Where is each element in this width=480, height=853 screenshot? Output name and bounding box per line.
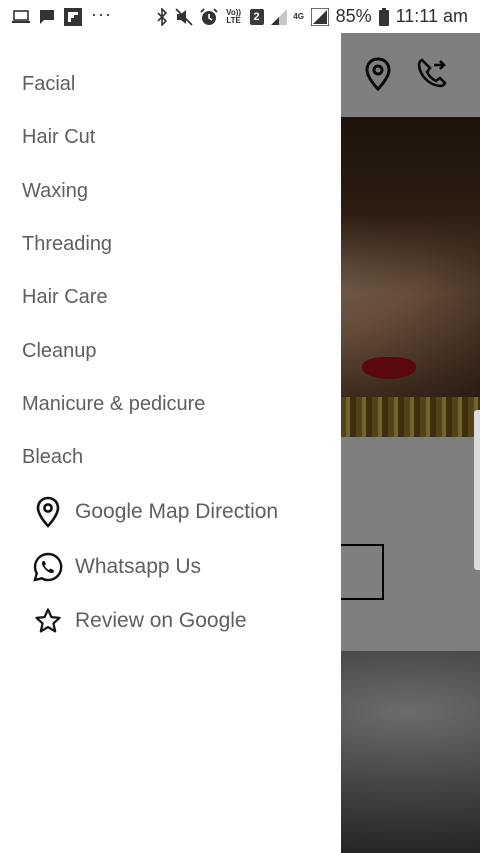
mute-icon xyxy=(174,7,193,26)
signal-weak-icon xyxy=(270,8,287,25)
status-system: Vo)) LTE 2 4G 85% 11:11 am xyxy=(156,6,468,27)
status-notifications: ··· xyxy=(12,3,112,26)
clock-time: 11:11 am xyxy=(395,6,468,26)
signal-full-icon xyxy=(310,7,329,26)
whatsapp-us-item[interactable]: Whatsapp Us xyxy=(0,540,341,595)
battery-icon xyxy=(378,7,389,26)
star-outline-icon xyxy=(32,605,64,637)
google-map-direction-item[interactable]: Google Map Direction xyxy=(0,485,341,540)
menu-item-bleach[interactable]: Bleach xyxy=(0,431,341,484)
whatsapp-icon xyxy=(32,551,64,583)
menu-item-hair-care[interactable]: Hair Care xyxy=(0,271,341,324)
menu-item-threading[interactable]: Threading xyxy=(0,218,341,271)
menu-item-hair-cut[interactable]: Hair Cut xyxy=(0,111,341,164)
map-pin-icon xyxy=(32,496,64,529)
review-on-google-item[interactable]: Review on Google xyxy=(0,594,341,649)
navigation-drawer: Facial Hair Cut Waxing Threading Hair Ca… xyxy=(0,33,341,853)
review-on-google-label: Review on Google xyxy=(75,609,247,633)
services-menu: Facial Hair Cut Waxing Threading Hair Ca… xyxy=(0,58,341,484)
status-bar: ··· Vo)) LTE 2 4G 85% 11:11 am xyxy=(0,0,480,33)
whatsapp-us-label: Whatsapp Us xyxy=(75,554,202,578)
menu-item-waxing[interactable]: Waxing xyxy=(0,165,341,218)
message-icon xyxy=(39,9,55,25)
menu-item-manicure-pedicure[interactable]: Manicure & pedicure xyxy=(0,378,341,431)
more-notifications-icon: ··· xyxy=(91,3,112,24)
menu-item-cleanup[interactable]: Cleanup xyxy=(0,324,341,377)
alarm-icon xyxy=(199,7,218,26)
sim-slot-badge: 2 xyxy=(249,8,264,25)
action-menu: Google Map Direction Whatsapp Us Review … xyxy=(0,485,341,649)
bluetooth-icon xyxy=(156,7,168,26)
laptop-icon xyxy=(12,9,30,24)
flipboard-icon xyxy=(64,7,82,26)
scroll-handle[interactable] xyxy=(474,410,480,570)
menu-item-facial[interactable]: Facial xyxy=(0,58,341,111)
battery-percent: 85% xyxy=(335,6,372,26)
volte-icon: Vo)) LTE xyxy=(226,7,242,25)
network-type-icon: 4G xyxy=(293,11,304,21)
google-map-direction-label: Google Map Direction xyxy=(75,500,279,524)
